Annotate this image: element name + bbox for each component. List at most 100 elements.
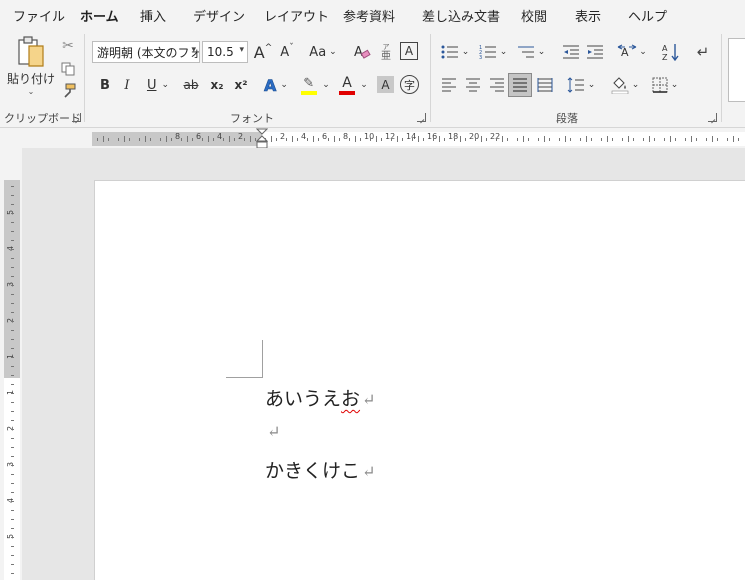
chevron-down-icon: ▾: [191, 45, 196, 55]
ruler-tick: [391, 138, 393, 141]
tab-view[interactable]: 表示: [575, 6, 601, 25]
ruler-tick: [270, 136, 272, 142]
align-right-button[interactable]: [486, 74, 508, 96]
paragraph-mark-icon: ↵: [362, 390, 376, 409]
paragraph-3[interactable]: かきくけこ ↵: [265, 456, 375, 483]
line-spacing-button[interactable]: ⌄: [564, 74, 598, 96]
grow-font-button[interactable]: A ^: [253, 41, 273, 63]
ruler-tick: [506, 138, 508, 141]
paragraph-shading-button[interactable]: ⌄: [608, 74, 642, 96]
ruler-tick: [11, 393, 14, 394]
ruler-tick: [685, 138, 687, 141]
bold-button[interactable]: B: [96, 74, 114, 96]
font-name-select[interactable]: 游明朝 (本文のフォ ▾: [92, 41, 200, 63]
copy-button[interactable]: [58, 59, 78, 79]
subscript-button[interactable]: x₂: [206, 74, 228, 96]
ruler-tick: [254, 138, 256, 141]
line-spacing-icon: [567, 77, 584, 93]
tab-help[interactable]: ヘルプ: [628, 6, 667, 25]
ruler-tick: [202, 138, 204, 141]
ruler-tick: [501, 136, 503, 142]
ruler-tick: [711, 136, 713, 142]
text-effects-button[interactable]: A ⌄: [260, 74, 292, 96]
ruler-tick: [417, 136, 419, 142]
enclose-characters-button[interactable]: 字: [400, 75, 419, 94]
increase-indent-button[interactable]: [584, 41, 606, 63]
distributed-button[interactable]: [534, 74, 556, 96]
tab-mailings[interactable]: 差し込み文書: [422, 6, 500, 25]
ruler-tick: [606, 136, 608, 142]
bullets-button[interactable]: ⌄: [438, 41, 472, 63]
phonetic-guide-button[interactable]: ア 亜: [378, 39, 394, 65]
ruler-tick: [139, 138, 141, 141]
highlight-color-button[interactable]: ✎ ⌄: [298, 74, 332, 96]
ruler-tick: [11, 348, 14, 349]
font-color-button[interactable]: A ⌄: [336, 74, 370, 96]
superscript-button[interactable]: x²: [230, 74, 252, 96]
tab-references[interactable]: 参考資料: [343, 6, 395, 25]
ruler-tick: [160, 138, 162, 141]
clipboard-launcher-icon[interactable]: [72, 113, 81, 122]
ruler-tick-label: 2: [280, 132, 286, 141]
tab-file[interactable]: ファイル: [13, 6, 65, 25]
paste-button[interactable]: 貼り付け ⌄: [6, 34, 56, 100]
ruler-tick: [443, 138, 445, 141]
ruler-tick: [548, 138, 550, 141]
ruler-tick: [223, 138, 225, 141]
clear-formatting-button[interactable]: A: [352, 41, 372, 63]
multilevel-list-button[interactable]: ⌄: [514, 41, 548, 63]
decrease-indent-button[interactable]: [560, 41, 582, 63]
document-page[interactable]: [94, 180, 745, 580]
tab-layout[interactable]: レイアウト: [264, 6, 329, 25]
italic-button[interactable]: I: [118, 74, 136, 96]
underline-button[interactable]: U ⌄: [142, 74, 174, 96]
svg-text:Z: Z: [662, 53, 668, 61]
ruler-tick: [191, 138, 193, 141]
paste-dropdown-icon[interactable]: ⌄: [28, 87, 35, 96]
character-border-button[interactable]: A: [400, 42, 418, 60]
tab-review[interactable]: 校閲: [521, 6, 547, 25]
align-left-button[interactable]: [438, 74, 460, 96]
tab-insert[interactable]: 挿入: [140, 6, 166, 25]
format-painter-button[interactable]: [58, 81, 78, 101]
align-center-icon: [466, 78, 480, 92]
paragraph-launcher-icon[interactable]: [708, 113, 717, 122]
align-center-button[interactable]: [462, 74, 484, 96]
ruler-tick: [11, 267, 14, 268]
paragraph-1[interactable]: あいうえお ↵: [265, 384, 375, 411]
ruler-tick: [585, 136, 587, 142]
ruler-tick: [716, 138, 718, 141]
change-case-button[interactable]: Aa ⌄: [306, 41, 340, 63]
highlighter-icon: ✎: [300, 75, 318, 95]
text-direction-button[interactable]: A ⌄: [614, 41, 650, 63]
character-shading-button[interactable]: A: [377, 76, 394, 93]
ruler-tick: [286, 138, 288, 141]
ribbon: 貼り付け ⌄ ✂ クリップボード 游明朝 (本文のフォ ▾ 10.5 ▾ A ^ …: [0, 28, 745, 128]
shrink-font-button[interactable]: Aˇ: [277, 41, 297, 63]
show-marks-button[interactable]: ↵: [692, 41, 714, 63]
ruler-tick: [128, 138, 130, 141]
strikethrough-button[interactable]: ab: [180, 74, 202, 96]
sort-button[interactable]: A Z: [660, 41, 682, 63]
ruler-tick: [559, 138, 561, 141]
tab-design[interactable]: デザイン: [193, 6, 245, 25]
cut-button[interactable]: ✂: [58, 36, 78, 56]
justify-button[interactable]: [508, 73, 532, 97]
borders-button[interactable]: ⌄: [648, 74, 682, 96]
numbering-button[interactable]: 1 2 3 ⌄: [476, 41, 510, 63]
tab-home[interactable]: ホーム: [80, 6, 119, 31]
font-launcher-icon[interactable]: [417, 113, 426, 122]
chevron-down-icon: ⌄: [537, 47, 546, 57]
margin-corner-mark: [262, 340, 263, 378]
ruler-tick: [244, 138, 246, 141]
align-right-icon: [490, 78, 504, 92]
ruler-tick: [11, 492, 14, 493]
font-size-select[interactable]: 10.5 ▾: [202, 41, 248, 63]
ruler-tick-label: 16: [427, 132, 438, 141]
ruler-tick-label: 8: [343, 132, 349, 141]
paragraph-mark-icon: ↵: [267, 422, 281, 441]
ruler-tick-label: 20: [469, 132, 480, 141]
ruler-tick: [732, 136, 734, 142]
styles-gallery[interactable]: [728, 38, 745, 102]
paragraph-2[interactable]: ↵: [265, 420, 280, 442]
